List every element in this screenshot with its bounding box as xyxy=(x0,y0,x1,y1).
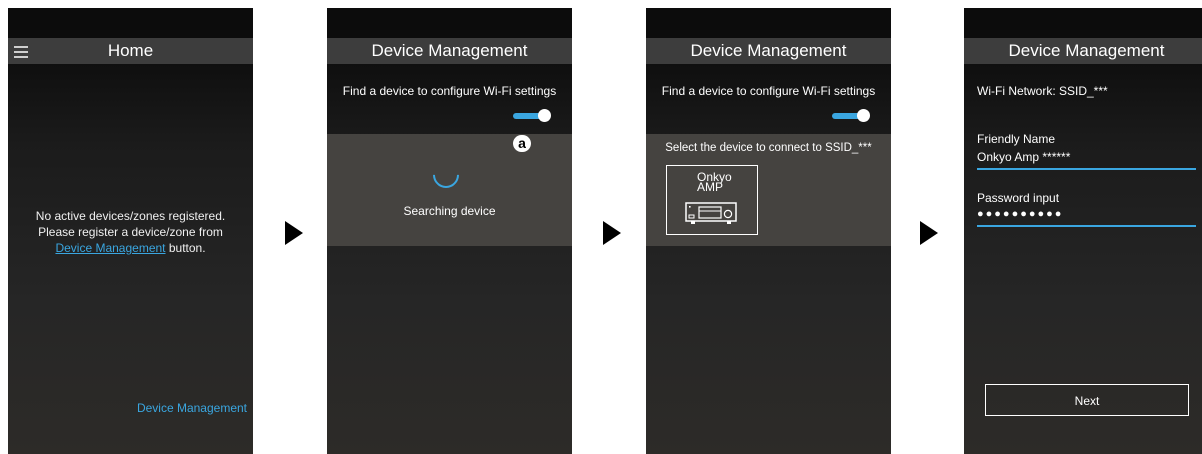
device-management-inline-link[interactable]: Device Management xyxy=(55,241,165,255)
wifi-network-label: Wi-Fi Network: SSID_*** xyxy=(977,84,1108,98)
page-title: Device Management xyxy=(1008,41,1165,60)
searching-label: Searching device xyxy=(403,204,496,218)
wifi-find-toggle[interactable] xyxy=(513,109,551,123)
page-title: Device Management xyxy=(690,41,847,60)
password-underline xyxy=(977,225,1196,227)
title-bar: Device Management xyxy=(327,38,572,64)
find-device-label: Find a device to configure Wi-Fi setting… xyxy=(661,84,876,98)
home-screen: Home No active devices/zones registered.… xyxy=(8,8,253,454)
wifi-find-toggle[interactable] xyxy=(832,109,870,123)
message-line-1: No active devices/zones registered. xyxy=(35,209,226,223)
status-bar xyxy=(646,8,891,38)
home-content xyxy=(8,64,253,454)
device-management-link[interactable]: Device Management xyxy=(137,401,247,415)
status-bar xyxy=(327,8,572,38)
message-line-3-suffix: button. xyxy=(165,241,206,255)
device-management-searching-screen: Device Management Find a device to confi… xyxy=(327,8,572,454)
password-field[interactable]: ●●●●●●●●●● xyxy=(977,208,1063,220)
step-arrow-icon xyxy=(603,221,621,245)
friendly-name-field[interactable]: Onkyo Amp ****** xyxy=(977,150,1070,164)
step-arrow-icon xyxy=(920,221,938,245)
find-device-label: Find a device to configure Wi-Fi setting… xyxy=(342,84,557,98)
device-card-onkyo-amp[interactable]: Onkyo AMP xyxy=(666,165,758,235)
menu-icon[interactable] xyxy=(14,46,28,58)
page-title: Home xyxy=(107,41,154,60)
password-label: Password input xyxy=(977,191,1060,205)
next-button[interactable]: Next xyxy=(985,384,1189,416)
device-name: Onkyo AMP xyxy=(697,171,732,193)
title-bar: Device Management xyxy=(646,38,891,64)
friendly-name-underline xyxy=(977,168,1196,170)
status-bar xyxy=(964,8,1202,38)
message-line-2: Please register a device/zone from xyxy=(38,225,223,239)
step-arrow-icon xyxy=(285,221,303,245)
title-bar: Device Management xyxy=(964,38,1202,64)
callout-badge: a xyxy=(513,135,531,152)
title-bar: Home xyxy=(8,38,253,64)
device-management-setup-screen: Device Management Wi-Fi Network: SSID_**… xyxy=(964,8,1202,454)
search-panel xyxy=(327,134,572,246)
amplifier-icon xyxy=(685,202,737,224)
device-management-select-screen: Device Management Find a device to confi… xyxy=(646,8,891,454)
page-title: Device Management xyxy=(371,41,528,60)
no-devices-message: No active devices/zones registered. Plea… xyxy=(8,208,253,256)
friendly-name-label: Friendly Name xyxy=(977,132,1056,146)
select-device-label: Select the device to connect to SSID_*** xyxy=(665,142,872,154)
status-bar xyxy=(8,8,253,38)
